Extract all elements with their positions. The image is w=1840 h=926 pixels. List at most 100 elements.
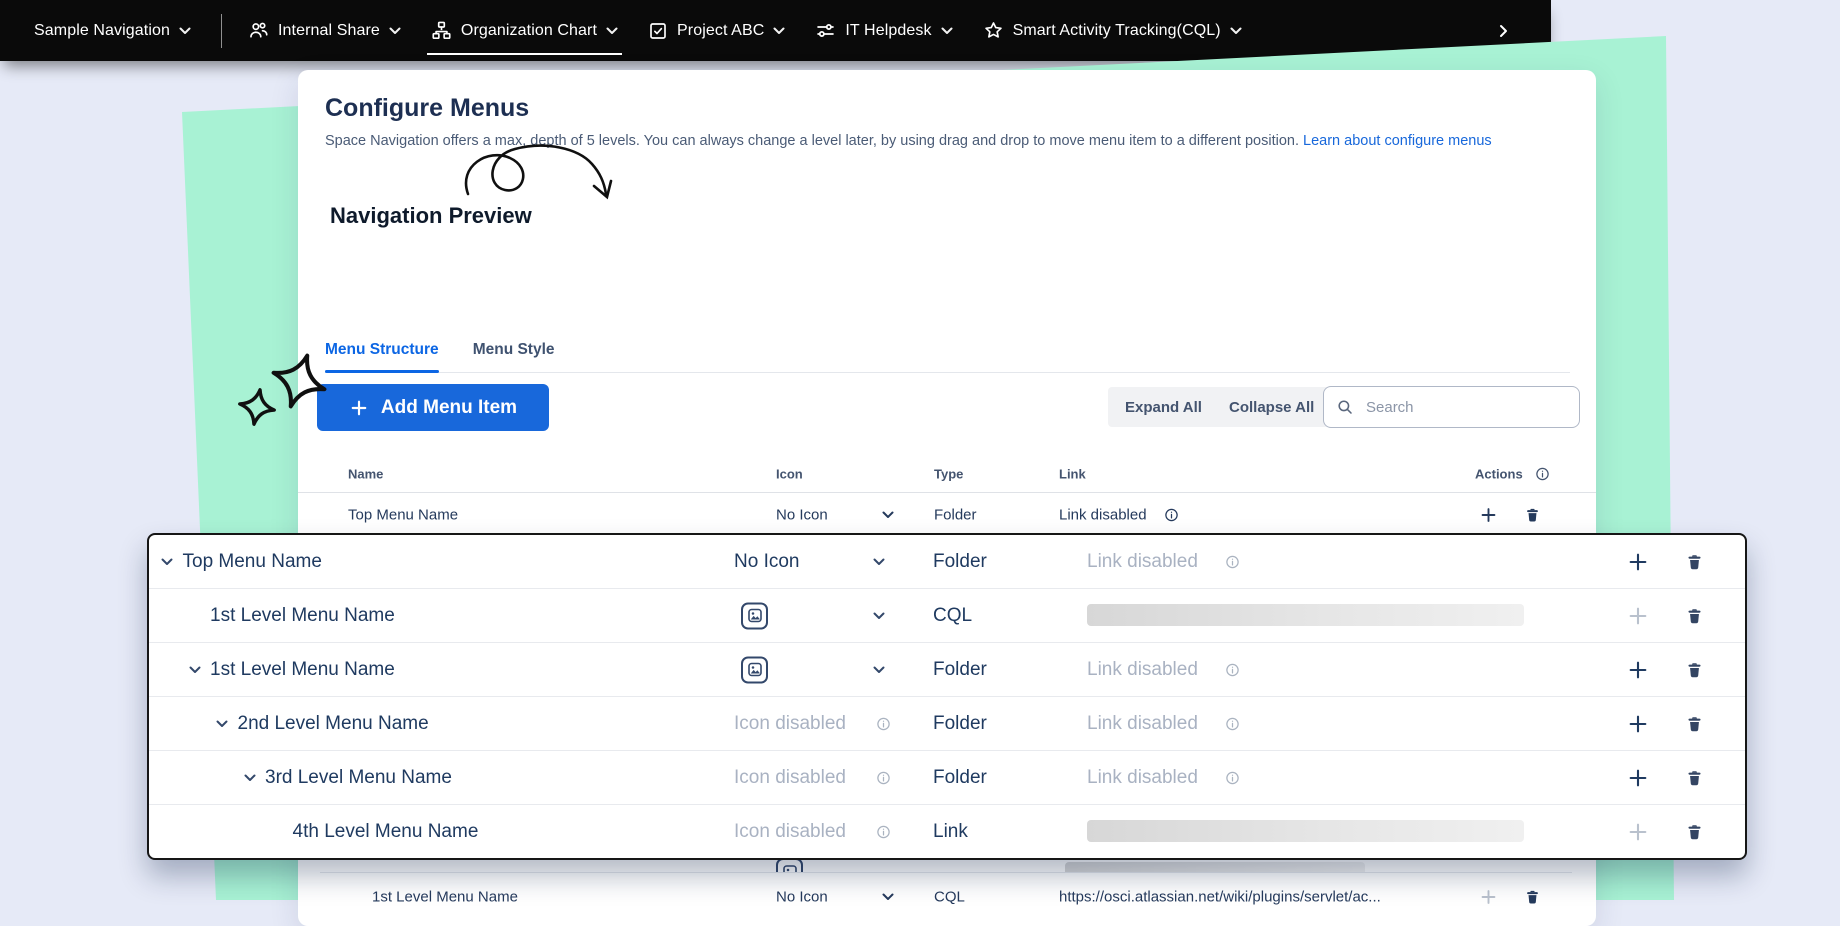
tab-menu-style[interactable]: Menu Style bbox=[473, 341, 555, 372]
info-icon bbox=[1535, 467, 1550, 482]
search-box bbox=[1323, 386, 1580, 428]
curly-arrow-doodle bbox=[464, 144, 613, 200]
icon-select-value[interactable]: No Icon bbox=[734, 551, 799, 573]
expand-chevron-icon[interactable] bbox=[161, 558, 173, 566]
menu-item-name: Top Menu Name bbox=[348, 506, 459, 524]
delete-button[interactable] bbox=[1685, 822, 1704, 841]
chevron-down-icon[interactable] bbox=[873, 558, 885, 566]
add-child-button[interactable] bbox=[1479, 506, 1498, 525]
search-input[interactable] bbox=[1364, 397, 1567, 417]
chevron-down-icon[interactable] bbox=[882, 511, 894, 519]
add-child-button[interactable] bbox=[1627, 659, 1649, 681]
nav-item-label: Organization Chart bbox=[460, 21, 598, 39]
delete-button[interactable] bbox=[1685, 606, 1704, 625]
menu-item-name: 1st Level Menu Name bbox=[210, 658, 395, 680]
expand-all-button[interactable]: Expand All bbox=[1108, 387, 1219, 427]
magnified-menu-structure-panel: Top Menu Name No Icon Folder Link disabled 1… bbox=[147, 533, 1747, 860]
delete-button[interactable] bbox=[1685, 768, 1704, 787]
link-disabled-text: Link disabled bbox=[1087, 658, 1198, 680]
magnified-menu-row-level-0: Top Menu Name No Icon Folder Link disabled bbox=[149, 535, 1745, 588]
magnified-menu-row-level-3: 3rd Level Menu Name Icon disabled Folder Li… bbox=[149, 750, 1745, 804]
nav-item-label: Internal Share bbox=[278, 21, 380, 39]
skeleton-bar bbox=[1087, 604, 1524, 626]
expand-chevron-icon[interactable] bbox=[216, 720, 228, 728]
plus-icon bbox=[349, 398, 369, 418]
link-disabled-text: Link disabled bbox=[1059, 506, 1147, 524]
nav-item-organization-chart[interactable]: Organization Chart bbox=[426, 0, 623, 61]
skeleton-bar bbox=[1087, 820, 1524, 842]
info-icon bbox=[876, 824, 891, 839]
add-child-button-disabled bbox=[1627, 821, 1649, 843]
info-icon bbox=[876, 770, 891, 785]
info-icon bbox=[876, 716, 891, 731]
org-chart-icon bbox=[431, 20, 452, 41]
nav-item-label: IT Helpdesk bbox=[845, 21, 932, 39]
info-icon bbox=[1225, 554, 1240, 569]
nav-item-label: Sample Navigation bbox=[34, 21, 170, 39]
checkbox-icon bbox=[648, 21, 668, 41]
header-actions: Actions bbox=[1475, 466, 1523, 482]
delete-button[interactable] bbox=[1685, 552, 1704, 571]
page-title: Configure Menus bbox=[325, 94, 530, 122]
chevron-down-icon bbox=[179, 27, 191, 35]
nav-item-label: Smart Activity Tracking(CQL) bbox=[1012, 21, 1221, 39]
sparkle-doodle bbox=[238, 353, 327, 426]
learn-about-configure-menus-link[interactable]: Learn about configure menus bbox=[1303, 133, 1492, 149]
delete-button[interactable] bbox=[1524, 507, 1541, 524]
nav-item-smart-activity-tracking-cql[interactable]: Smart Activity Tracking(CQL) bbox=[983, 0, 1242, 61]
icon-select-value[interactable]: No Icon bbox=[776, 507, 828, 524]
icon-select-value[interactable]: No Icon bbox=[776, 888, 828, 905]
table-header-row: Name Icon Type Link Actions bbox=[298, 456, 1596, 493]
table-row: Top Menu Name No Icon Folder Link disabl… bbox=[298, 492, 1596, 538]
delete-button[interactable] bbox=[1685, 714, 1704, 733]
menu-item-name: Top Menu Name bbox=[182, 550, 322, 572]
menu-item-name: 3rd Level Menu Name bbox=[265, 766, 452, 788]
sliders-icon bbox=[815, 20, 836, 41]
magnified-menu-row-level-2: 2nd Level Menu Name Icon disabled Folder Li… bbox=[149, 696, 1745, 750]
tab-menu-structure[interactable]: Menu Structure bbox=[325, 341, 439, 373]
chevron-down-icon[interactable] bbox=[873, 612, 885, 620]
add-child-button[interactable] bbox=[1627, 713, 1649, 735]
add-child-button[interactable] bbox=[1627, 767, 1649, 789]
menu-item-type: CQL bbox=[934, 888, 965, 905]
expand-chevron-icon[interactable] bbox=[189, 666, 201, 674]
chevron-down-icon bbox=[941, 27, 953, 35]
nav-item-internal-share[interactable]: Internal Share bbox=[248, 0, 401, 61]
chevron-down-icon[interactable] bbox=[882, 893, 894, 901]
info-icon bbox=[1225, 662, 1240, 677]
icon-disabled-text: Icon disabled bbox=[734, 766, 846, 788]
chevron-down-icon bbox=[389, 27, 401, 35]
search-icon bbox=[1336, 398, 1354, 416]
add-child-button[interactable] bbox=[1627, 551, 1649, 573]
add-menu-item-button[interactable]: Add Menu Item bbox=[317, 384, 549, 431]
info-icon bbox=[1225, 716, 1240, 731]
nav-item-sample-navigation[interactable]: Sample Navigation bbox=[34, 0, 191, 61]
add-child-button-disabled bbox=[1479, 887, 1498, 906]
people-icon bbox=[248, 20, 269, 41]
add-menu-item-label: Add Menu Item bbox=[380, 396, 518, 418]
collapse-all-button[interactable]: Collapse All bbox=[1212, 387, 1332, 427]
delete-button[interactable] bbox=[1524, 888, 1541, 905]
menu-item-type: CQL bbox=[933, 604, 973, 626]
menu-item-type: Folder bbox=[934, 506, 977, 524]
magnified-menu-row-level-4: 4th Level Menu Name Icon disabled Link bbox=[149, 804, 1745, 858]
image-icon bbox=[776, 858, 803, 873]
nav-item-it-helpdesk[interactable]: IT Helpdesk bbox=[815, 0, 953, 61]
chevron-down-icon[interactable] bbox=[873, 666, 885, 674]
menu-item-type: Link bbox=[933, 820, 968, 842]
chevron-down-icon bbox=[1230, 27, 1242, 35]
star-icon bbox=[983, 20, 1004, 41]
menu-item-type: Folder bbox=[933, 712, 987, 734]
expand-chevron-icon[interactable] bbox=[244, 774, 256, 782]
link-disabled-text: Link disabled bbox=[1087, 766, 1198, 788]
icon-disabled-text: Icon disabled bbox=[734, 712, 846, 734]
delete-button[interactable] bbox=[1685, 660, 1704, 679]
image-icon[interactable] bbox=[741, 602, 768, 629]
nav-item-project-abc[interactable]: Project ABC bbox=[648, 0, 785, 61]
menu-item-type: Folder bbox=[933, 658, 987, 680]
header-type: Type bbox=[934, 466, 964, 482]
menu-item-type: Folder bbox=[933, 550, 987, 572]
menu-item-name: 4th Level Menu Name bbox=[292, 820, 479, 842]
icon-disabled-text: Icon disabled bbox=[734, 820, 846, 842]
image-icon[interactable] bbox=[741, 656, 768, 683]
